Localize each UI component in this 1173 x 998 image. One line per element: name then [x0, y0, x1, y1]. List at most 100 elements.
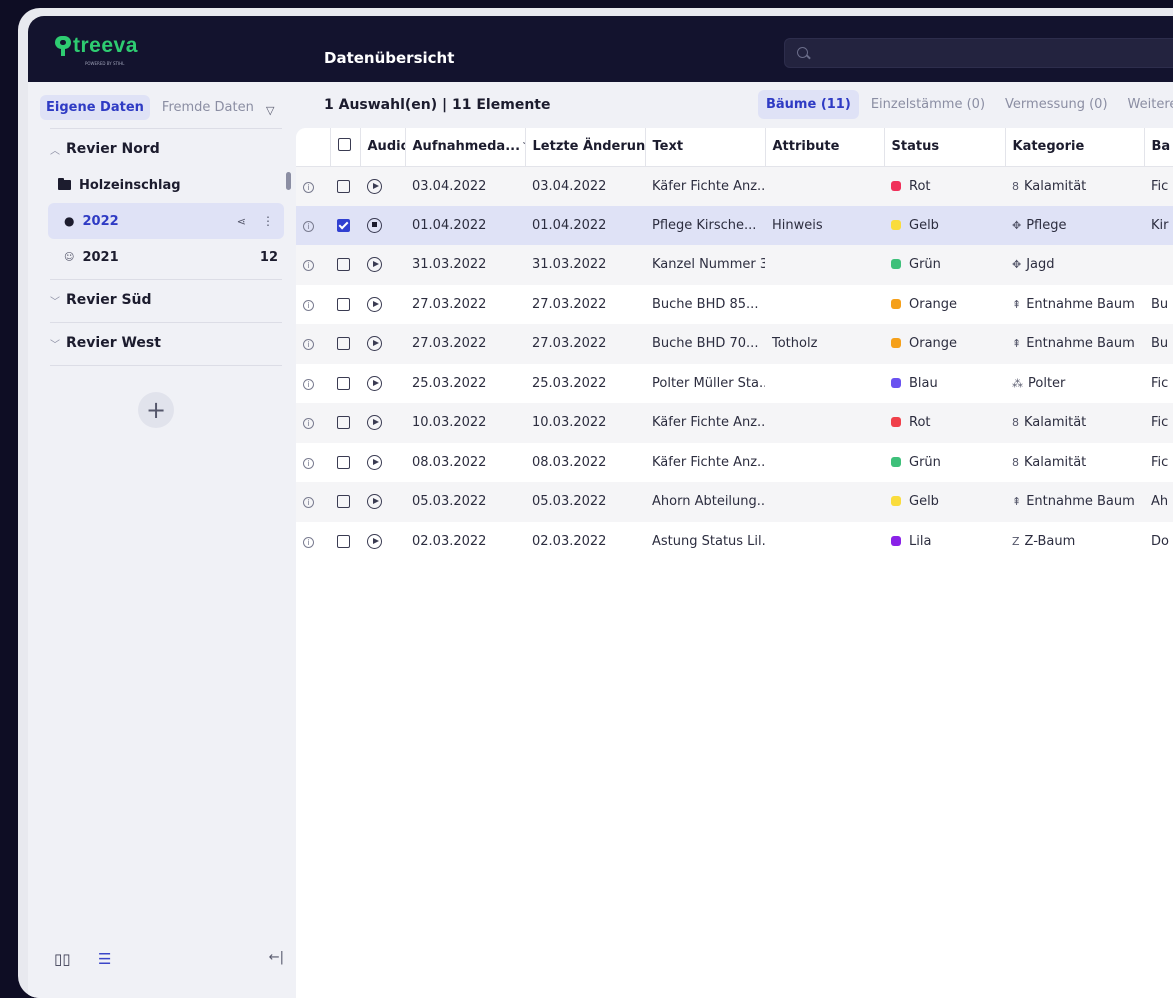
table-row[interactable]: i 27.03.2022 27.03.2022 Buche BHD 85... Oran… [296, 285, 1173, 325]
tab-weiteres[interactable]: Weiteres ( [1120, 90, 1173, 119]
info-icon[interactable]: i [303, 536, 314, 548]
play-audio-icon[interactable] [367, 415, 382, 431]
play-audio-icon[interactable] [367, 494, 382, 510]
status-label: Gelb [909, 217, 939, 233]
info-icon[interactable]: i [303, 299, 314, 311]
main-content: 1 Auswahl(en) | 11 Elemente Bäume (11) E… [296, 82, 1173, 998]
cell-attribute: Totholz [765, 324, 884, 364]
folder-holzeinschlag[interactable]: Holzeinschlag [48, 167, 284, 203]
list-icon[interactable]: ☰ [98, 950, 111, 968]
tab-eigene-daten[interactable]: Eigene Daten [40, 95, 150, 120]
stop-audio-icon[interactable] [367, 217, 382, 233]
table-row[interactable]: i 03.04.2022 03.04.2022 Käfer Fichte Anz.. R… [296, 166, 1173, 206]
info-icon[interactable]: i [303, 457, 314, 469]
cell-attribute [765, 285, 884, 325]
row-checkbox[interactable] [337, 258, 350, 272]
row-select-cell [330, 482, 360, 522]
add-button[interactable]: + [138, 392, 174, 428]
row-checkbox[interactable] [337, 495, 350, 509]
info-icon[interactable]: i [303, 378, 314, 390]
region-revier-nord[interactable]: ︿ Revier Nord [48, 131, 284, 167]
cell-text: Buche BHD 70... [645, 324, 765, 364]
year-2021[interactable]: ☺ 2021 12 [48, 239, 284, 275]
column-header-status[interactable]: Status [884, 128, 1006, 167]
column-header-audio[interactable]: Audio [360, 128, 406, 167]
table-row[interactable]: i 25.03.2022 25.03.2022 Polter Müller Sta..… [296, 364, 1173, 404]
chevron-down-icon: ﹀ [50, 296, 60, 308]
logo-text: treeva [73, 34, 138, 57]
play-audio-icon[interactable] [367, 375, 382, 391]
play-audio-icon[interactable] [367, 336, 382, 352]
column-header-kategorie[interactable]: Kategorie [1005, 128, 1145, 167]
play-audio-icon[interactable] [367, 296, 382, 312]
cell-attribute [765, 443, 884, 483]
collapse-sidebar-icon[interactable]: ←| [269, 950, 284, 965]
region-revier-west[interactable]: ﹀ Revier West [48, 325, 284, 361]
row-checkbox[interactable] [337, 455, 350, 469]
table-row[interactable]: i31.03.202231.03.2022Kanzel Nummer 3...G… [296, 245, 1173, 285]
more-options-icon[interactable]: ⋮ [262, 214, 274, 228]
table-row[interactable]: i 05.03.2022 05.03.2022 Ahorn Abteilung... G… [296, 482, 1173, 522]
tab-einzelstaemme[interactable]: Einzelstämme (0) [863, 90, 993, 119]
column-header-aufnahmedatum[interactable]: Aufnahmeda...﹀ [405, 128, 526, 167]
column-header-attribute[interactable]: Attribute [765, 128, 885, 167]
play-audio-icon[interactable] [367, 533, 382, 549]
cell-kategorie: 8 Kalamität [1005, 166, 1144, 206]
tab-fremde-daten[interactable]: Fremde Daten [156, 95, 260, 120]
row-checkbox[interactable] [337, 337, 350, 351]
row-info-cell: i [296, 285, 330, 325]
cell-text: Käfer Fichte Anz... [645, 403, 765, 443]
cell-text: Kanzel Nummer 3... [645, 245, 765, 285]
select-all-checkbox-icon[interactable] [337, 138, 351, 152]
table-row[interactable]: i 02.03.2022 02.03.2022 Astung Status Lil..… [296, 522, 1173, 562]
tab-vermessung[interactable]: Vermessung (0) [997, 90, 1115, 119]
data-table-container: Audio Aufnahmeda...﹀ Letzte Änderung Tex… [296, 128, 1173, 998]
cell-aufnahmedatum: 27.03.2022 [412, 296, 487, 312]
info-icon[interactable]: i [303, 339, 314, 351]
category-icon: 8 [1012, 455, 1019, 469]
row-checkbox[interactable] [337, 179, 350, 193]
tree-logo-icon [55, 36, 71, 56]
table-row[interactable]: i 27.03.2022 27.03.2022 Buche BHD 70... Toth… [296, 324, 1173, 364]
cell-baumart [1144, 245, 1173, 285]
cell-aufnahmedatum: 01.04.2022 [405, 205, 525, 245]
column-header-baumart[interactable]: Ba [1144, 128, 1173, 167]
scrollbar-thumb[interactable] [286, 172, 291, 190]
row-checkbox[interactable] [337, 376, 350, 390]
share-icon[interactable]: ⋖ [237, 215, 246, 228]
play-audio-icon[interactable] [367, 454, 382, 470]
table-row[interactable]: i 10.03.2022 10.03.2022 Käfer Fichte Anz...… [296, 403, 1173, 443]
play-audio-icon[interactable] [367, 178, 382, 194]
row-checkbox[interactable] [337, 297, 350, 311]
row-checkbox[interactable] [337, 416, 350, 430]
info-icon[interactable]: i [303, 181, 314, 193]
status-color-dot [891, 496, 901, 507]
region-label: Revier Süd [66, 292, 152, 308]
row-select-cell [330, 205, 360, 245]
year-2022[interactable]: ● 2022 ⋖ ⋮ [48, 203, 284, 239]
row-checkbox[interactable] [337, 218, 350, 232]
column-header-select-all[interactable] [330, 128, 361, 167]
row-audio-cell [360, 443, 405, 483]
table-row[interactable]: i 01.04.2022 01.04.2022 Pflege Kirsche... Hi… [296, 205, 1173, 245]
column-header-text[interactable]: Text [645, 128, 766, 167]
table-row[interactable]: i 08.03.2022 08.03.2022 Käfer Fichte Anz...… [296, 443, 1173, 483]
info-icon[interactable]: i [303, 260, 314, 272]
row-select-cell [330, 324, 360, 364]
play-audio-icon[interactable] [367, 257, 382, 273]
info-icon[interactable]: i [303, 497, 314, 509]
cell-status: Gelb [884, 205, 1005, 245]
logo[interactable]: treeva POWERED BY STIHL [55, 34, 138, 66]
filter-icon[interactable]: ▽ [266, 104, 274, 117]
column-header-letzte-aenderung[interactable]: Letzte Änderung [525, 128, 646, 167]
top-bar: treeva POWERED BY STIHL Datenübersicht [28, 16, 1173, 82]
map-icon[interactable]: ▯▯ [54, 950, 71, 968]
cell-text: Pflege Kirsche... [645, 205, 765, 245]
cell-baumart: Do [1151, 533, 1169, 549]
region-revier-sued[interactable]: ﹀ Revier Süd [48, 282, 284, 318]
search-input[interactable] [784, 38, 1173, 68]
info-icon[interactable]: i [303, 418, 314, 430]
row-checkbox[interactable] [337, 534, 350, 548]
tab-baeume[interactable]: Bäume (11) [758, 90, 859, 119]
info-icon[interactable]: i [303, 220, 314, 232]
